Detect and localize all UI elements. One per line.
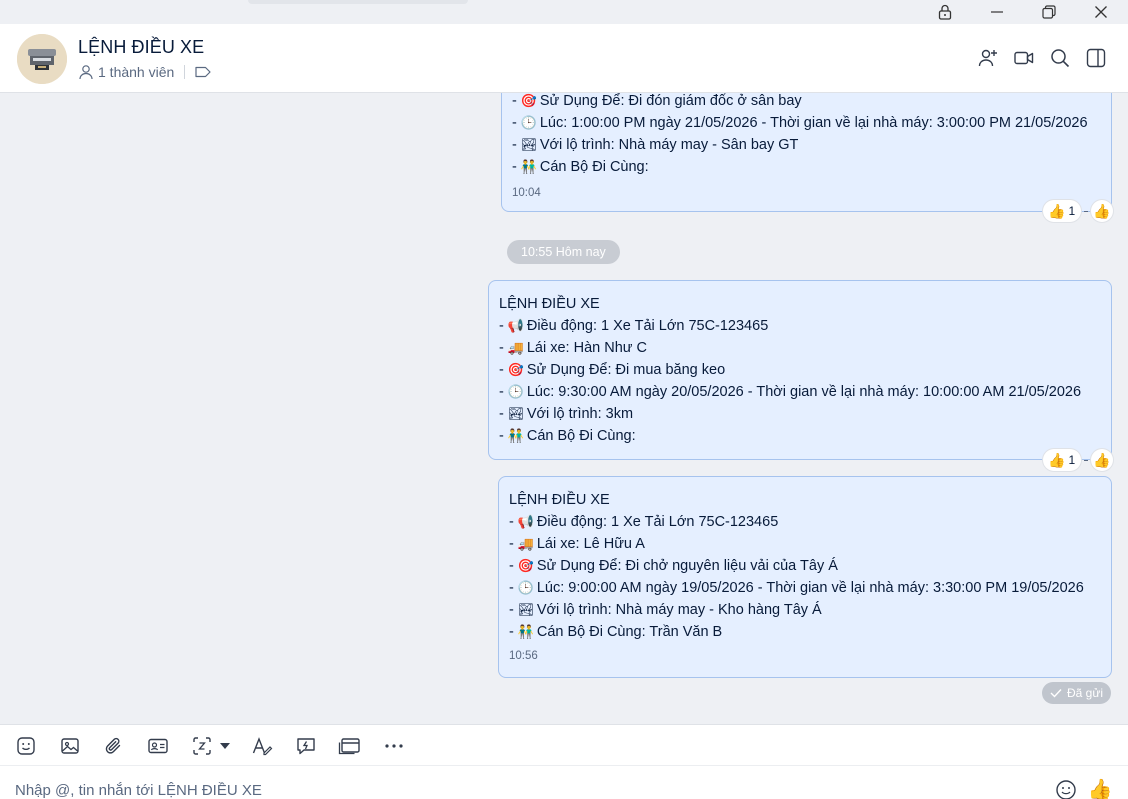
- conversation-title: LỆNH ĐIỀU XE: [78, 37, 205, 57]
- emoji-icon[interactable]: [1054, 778, 1078, 799]
- people-emoji-icon: 👬: [507, 428, 525, 443]
- message-line: - 📢 Điều động: 1 Xe Tải Lớn 75C-123465: [499, 318, 769, 334]
- message-line: - 🏞 Với lộ trình: Nhà máy may - Kho hàng …: [509, 602, 822, 618]
- text-format-icon[interactable]: [250, 734, 274, 758]
- clock-emoji-icon: 🕒: [520, 115, 538, 130]
- minimize-icon[interactable]: [974, 0, 1020, 24]
- member-icon: [78, 64, 94, 80]
- thumbs-up-icon: 👍: [1048, 451, 1066, 468]
- message-line: - 👬 Cán Bộ Đi Cùng:: [512, 159, 649, 175]
- message-line: - 🎯 Sử Dụng Để: Đi mua băng keo: [499, 362, 726, 378]
- message-line: - 👬 Cán Bộ Đi Cùng: Trần Văn B: [509, 624, 723, 640]
- video-call-icon[interactable]: [1012, 46, 1036, 70]
- target-emoji-icon: 🎯: [520, 93, 538, 108]
- meta-divider: [184, 65, 186, 79]
- add-reaction-button[interactable]: 👍: [1091, 200, 1114, 222]
- clock-emoji-icon: 🕒: [507, 384, 525, 399]
- message-bubble[interactable]: LỆNH ĐIỀU XE - 📢 Điều động: 1 Xe Tải Lớn …: [498, 476, 1112, 678]
- payment-card-icon[interactable]: [338, 734, 362, 758]
- people-emoji-icon: 👬: [520, 159, 538, 174]
- composer-toolbar: [0, 724, 1128, 766]
- dropdown-caret-icon[interactable]: [216, 734, 234, 758]
- clock-emoji-icon: 🕒: [517, 580, 535, 595]
- conversation-header: LỆNH ĐIỀU XE 1 thành viên: [0, 24, 1128, 93]
- like-icon[interactable]: 👍: [1088, 778, 1113, 799]
- add-reaction-button[interactable]: 👍: [1091, 449, 1114, 471]
- reaction-bar: 👍 1 👍: [1043, 200, 1114, 222]
- reaction-divider: [1084, 459, 1089, 461]
- message-line: - 🚚 Lái xe: Hàn Như C: [499, 340, 647, 356]
- message-line: - 🚚 Lái xe: Lê Hữu A: [509, 536, 645, 552]
- reaction-bar: 👍 1 👍: [1043, 449, 1114, 471]
- sticker-icon[interactable]: [14, 734, 38, 758]
- message-time: 10:56: [509, 650, 538, 662]
- sidebar-toggle-icon[interactable]: [1084, 46, 1108, 70]
- message-title: LỆNH ĐIỀU XE: [509, 492, 610, 508]
- window-titlebar: [0, 0, 1128, 24]
- landscape-emoji-icon: 🏞: [520, 137, 538, 152]
- reaction-divider: [1084, 210, 1089, 212]
- titlebar-tab-shadow: [248, 0, 468, 4]
- tag-icon[interactable]: [194, 65, 212, 79]
- add-member-icon[interactable]: [976, 46, 1000, 70]
- quick-message-icon[interactable]: [294, 734, 318, 758]
- more-icon[interactable]: [382, 734, 406, 758]
- message-title: LỆNH ĐIỀU XE: [499, 296, 600, 312]
- message-composer: 👍: [0, 766, 1128, 799]
- attachment-icon[interactable]: [102, 734, 126, 758]
- target-emoji-icon: 🎯: [517, 558, 535, 573]
- message-bubble[interactable]: LỆNH ĐIỀU XE - 📢 Điều động: 1 Xe Tải Lớn …: [488, 280, 1112, 460]
- image-icon[interactable]: [58, 734, 82, 758]
- megaphone-emoji-icon: 📢: [517, 514, 535, 529]
- reaction-count-pill[interactable]: 👍 1: [1043, 449, 1082, 471]
- message-bubble[interactable]: - 🎯 Sử Dụng Để: Đi đón giám đốc ở sân bay…: [501, 93, 1112, 212]
- message-input[interactable]: [15, 778, 915, 799]
- day-separator: 10:55 Hôm nay: [507, 240, 620, 264]
- truck-emoji-icon: 🚚: [517, 536, 535, 551]
- landscape-emoji-icon: 🏞: [507, 406, 525, 421]
- people-emoji-icon: 👬: [517, 624, 535, 639]
- conversation-meta: 1 thành viên: [78, 64, 212, 80]
- megaphone-emoji-icon: 📢: [507, 318, 525, 333]
- message-line: - 🕒 Lúc: 1:00:00 PM ngày 21/05/2026 - Thờ…: [512, 115, 1088, 131]
- group-avatar[interactable]: [17, 34, 67, 84]
- reaction-count-pill[interactable]: 👍 1: [1043, 200, 1082, 222]
- message-line: - 🎯 Sử Dụng Để: Đi đón giám đốc ở sân bay: [512, 93, 802, 109]
- message-line: - 🏞 Với lộ trình: 3km: [499, 406, 634, 422]
- truck-emoji-icon: 🚚: [507, 340, 525, 355]
- message-time: 10:04: [512, 187, 541, 199]
- message-list[interactable]: - 🎯 Sử Dụng Để: Đi đón giám đốc ở sân bay…: [0, 93, 1128, 724]
- restore-icon[interactable]: [1026, 0, 1072, 24]
- search-icon[interactable]: [1048, 46, 1072, 70]
- message-line: - 👬 Cán Bộ Đi Cùng:: [499, 428, 636, 444]
- landscape-emoji-icon: 🏞: [517, 602, 535, 617]
- message-line: - 📢 Điều động: 1 Xe Tải Lớn 75C-123465: [509, 514, 779, 530]
- message-line: - 🎯 Sử Dụng Để: Đi chở nguyên liệu vải củ…: [509, 558, 838, 574]
- thumbs-up-icon: 👍: [1048, 202, 1066, 219]
- screenshot-icon[interactable]: [190, 734, 214, 758]
- check-icon: [1050, 689, 1062, 698]
- message-line: - 🕒 Lúc: 9:30:00 AM ngày 20/05/2026 - Thờ…: [499, 384, 1082, 400]
- target-emoji-icon: 🎯: [507, 362, 525, 377]
- member-count[interactable]: 1 thành viên: [98, 64, 174, 80]
- contact-card-icon[interactable]: [146, 734, 170, 758]
- sent-status-badge: Đã gửi: [1042, 682, 1111, 704]
- message-line: - 🕒 Lúc: 9:00:00 AM ngày 19/05/2026 - Thờ…: [509, 580, 1084, 596]
- lock-icon[interactable]: [922, 0, 968, 24]
- message-line: - 🏞 Với lộ trình: Nhà máy may - Sân bay G…: [512, 137, 799, 153]
- close-icon[interactable]: [1078, 0, 1124, 24]
